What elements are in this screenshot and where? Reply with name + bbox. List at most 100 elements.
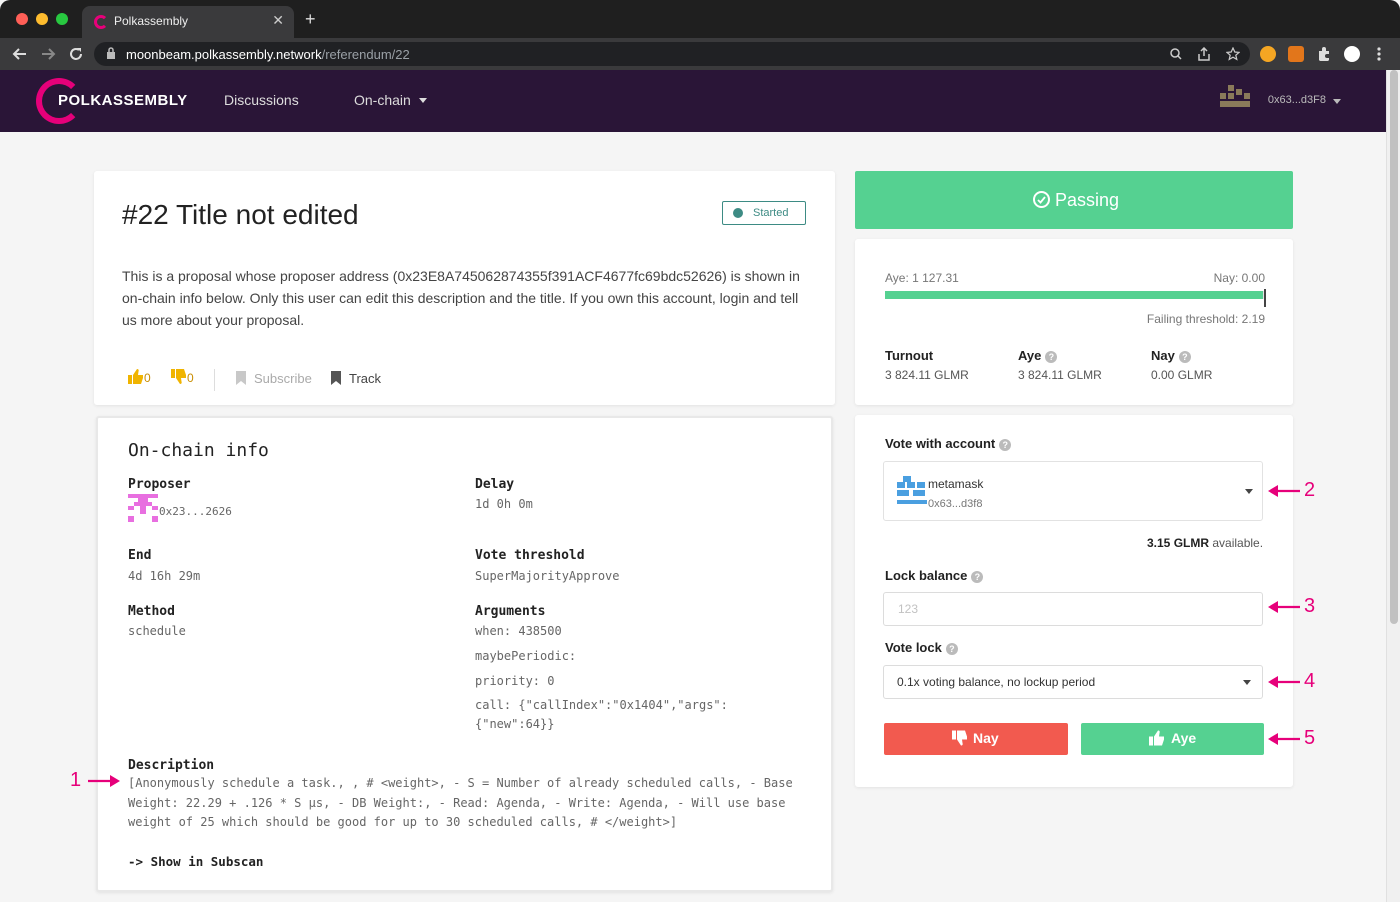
track-bookmark-icon[interactable] — [331, 371, 341, 385]
extension-orange-icon[interactable] — [1260, 46, 1276, 62]
subscribe-button[interactable]: Subscribe — [254, 371, 312, 386]
account-dropdown-chevron-icon — [1245, 489, 1253, 494]
arguments-label: Arguments — [475, 604, 546, 619]
vote-lock-help-icon[interactable]: ? — [945, 642, 958, 655]
nay-stat-title: Nay — [1151, 348, 1175, 363]
nay-stat-value: 0.00 GLMR — [1151, 368, 1213, 382]
close-tab-icon[interactable]: ✕ — [272, 12, 284, 29]
aye-stat-value: 3 824.11 GLMR — [1018, 368, 1102, 382]
like-count: 0 — [144, 371, 151, 385]
status-badge-label: Started — [753, 207, 789, 219]
account-help-icon[interactable]: ? — [999, 438, 1012, 451]
post-title: #22 Title not edited — [122, 199, 359, 230]
onchain-info-title: On-chain info — [128, 440, 269, 461]
annotation-number-5: 5 — [1304, 727, 1316, 749]
profile-avatar-icon[interactable] — [1344, 46, 1360, 62]
address-bar[interactable]: moonbeam.polkassembly.network/referendum… — [94, 42, 1250, 66]
account-name: metamask — [928, 477, 984, 491]
passing-status-banner: Passing — [855, 171, 1293, 229]
argument-priority: priority: 0 — [475, 674, 555, 688]
turnout-label: Turnout — [885, 348, 934, 363]
vote-form-card: Vote with account? metamask 0x63...d3f8 … — [855, 415, 1293, 787]
lock-balance-input[interactable] — [883, 592, 1263, 626]
aye-stat-label: Aye? — [1018, 348, 1058, 363]
bookmark-star-icon[interactable] — [1226, 47, 1240, 61]
check-circle-icon — [1033, 191, 1050, 208]
vote-threshold-value: SuperMajorityApprove — [475, 569, 620, 583]
nay-help-icon[interactable]: ? — [1178, 350, 1191, 363]
nav-onchain[interactable]: On-chain — [354, 92, 411, 108]
like-button[interactable]: 0 — [128, 369, 151, 385]
nav-discussions[interactable]: Discussions — [224, 92, 299, 108]
passing-label: Passing — [1055, 190, 1120, 210]
available-balance: 3.15 GLMR available. — [1147, 536, 1263, 550]
status-dot-icon — [733, 208, 743, 218]
site-navbar: POLKASSEMBLY Discussions On-chain 0x63..… — [0, 70, 1386, 132]
thumbs-down-icon — [952, 730, 967, 746]
chevron-down-icon — [419, 98, 427, 103]
delay-value: 1d 0h 0m — [475, 497, 533, 511]
close-window-button[interactable] — [16, 13, 28, 25]
forward-arrow-icon[interactable] — [40, 46, 56, 62]
method-label: Method — [128, 604, 175, 619]
browser-tab[interactable]: Polkassembly ✕ — [82, 6, 294, 38]
new-tab-button[interactable]: + — [305, 10, 316, 28]
thumbs-down-icon — [171, 369, 186, 384]
dislike-button[interactable]: 0 — [171, 369, 194, 385]
aye-amount: Aye: 1 127.31 — [885, 271, 959, 285]
proposer-label: Proposer — [128, 477, 191, 492]
nay-button-label: Nay — [973, 730, 999, 746]
lock-balance-text: Lock balance — [885, 568, 968, 583]
annotation-arrow-4-icon — [1268, 676, 1300, 688]
reaction-divider — [214, 369, 215, 391]
proposer-address[interactable]: 0x23...2626 — [159, 505, 232, 518]
zoom-icon[interactable] — [1170, 48, 1182, 60]
nav-onchain-label: On-chain — [354, 92, 411, 108]
end-value: 4d 16h 29m — [128, 569, 201, 583]
browser-menu-icon[interactable] — [1376, 46, 1382, 62]
end-label: End — [128, 548, 152, 563]
subscribe-bookmark-icon[interactable] — [236, 371, 246, 385]
metamask-fox-icon[interactable] — [1288, 46, 1304, 62]
back-arrow-icon[interactable] — [12, 46, 28, 62]
account-chevron-down-icon[interactable] — [1333, 99, 1341, 104]
extensions-puzzle-icon[interactable] — [1316, 46, 1332, 62]
track-button[interactable]: Track — [349, 371, 381, 386]
account-identicon-icon — [1220, 85, 1250, 107]
aye-vote-button[interactable]: Aye — [1081, 723, 1264, 755]
aye-progress-fill — [885, 291, 1264, 299]
page-scrollbar[interactable] — [1386, 70, 1400, 902]
logo-text[interactable]: POLKASSEMBLY — [58, 92, 188, 109]
turnout-value: 3 824.11 GLMR — [885, 368, 969, 382]
annotation-arrow-2-icon — [1268, 485, 1300, 497]
maximize-window-button[interactable] — [56, 13, 68, 25]
vote-threshold-label: Vote threshold — [475, 548, 585, 563]
status-badge: Started — [722, 201, 806, 225]
failing-threshold: Failing threshold: 2.19 — [1146, 312, 1265, 326]
nay-vote-button[interactable]: Nay — [884, 723, 1068, 755]
share-icon[interactable] — [1198, 47, 1210, 61]
thumbs-up-icon — [128, 369, 143, 384]
polkassembly-favicon-icon — [94, 15, 108, 29]
url-path: /referendum/22 — [321, 47, 410, 62]
lock-balance-label: Lock balance? — [885, 568, 984, 583]
account-select[interactable]: metamask 0x63...d3f8 — [883, 461, 1263, 521]
argument-call-line2: {"new":64}} — [475, 717, 555, 731]
vote-lock-select[interactable]: 0.1x voting balance, no lockup period — [883, 665, 1263, 699]
account-address[interactable]: 0x63...d3F8 — [1268, 94, 1326, 106]
proposer-identicon-icon — [128, 494, 158, 522]
show-in-subscan-link[interactable]: -> Show in Subscan — [128, 854, 263, 869]
delay-label: Delay — [475, 477, 515, 492]
annotation-arrow-3-icon — [1268, 601, 1300, 613]
vote-progress-bar — [885, 291, 1265, 299]
available-amount: 3.15 GLMR — [1147, 536, 1210, 550]
lock-icon — [107, 47, 115, 59]
scrollbar-thumb[interactable] — [1390, 70, 1398, 624]
aye-stat-title: Aye — [1018, 348, 1042, 363]
annotation-number-2: 2 — [1304, 479, 1316, 501]
vote-lock-text: Vote lock — [885, 640, 942, 655]
lock-balance-help-icon[interactable]: ? — [971, 570, 984, 583]
aye-help-icon[interactable]: ? — [1045, 350, 1058, 363]
reload-icon[interactable] — [68, 46, 84, 62]
minimize-window-button[interactable] — [36, 13, 48, 25]
